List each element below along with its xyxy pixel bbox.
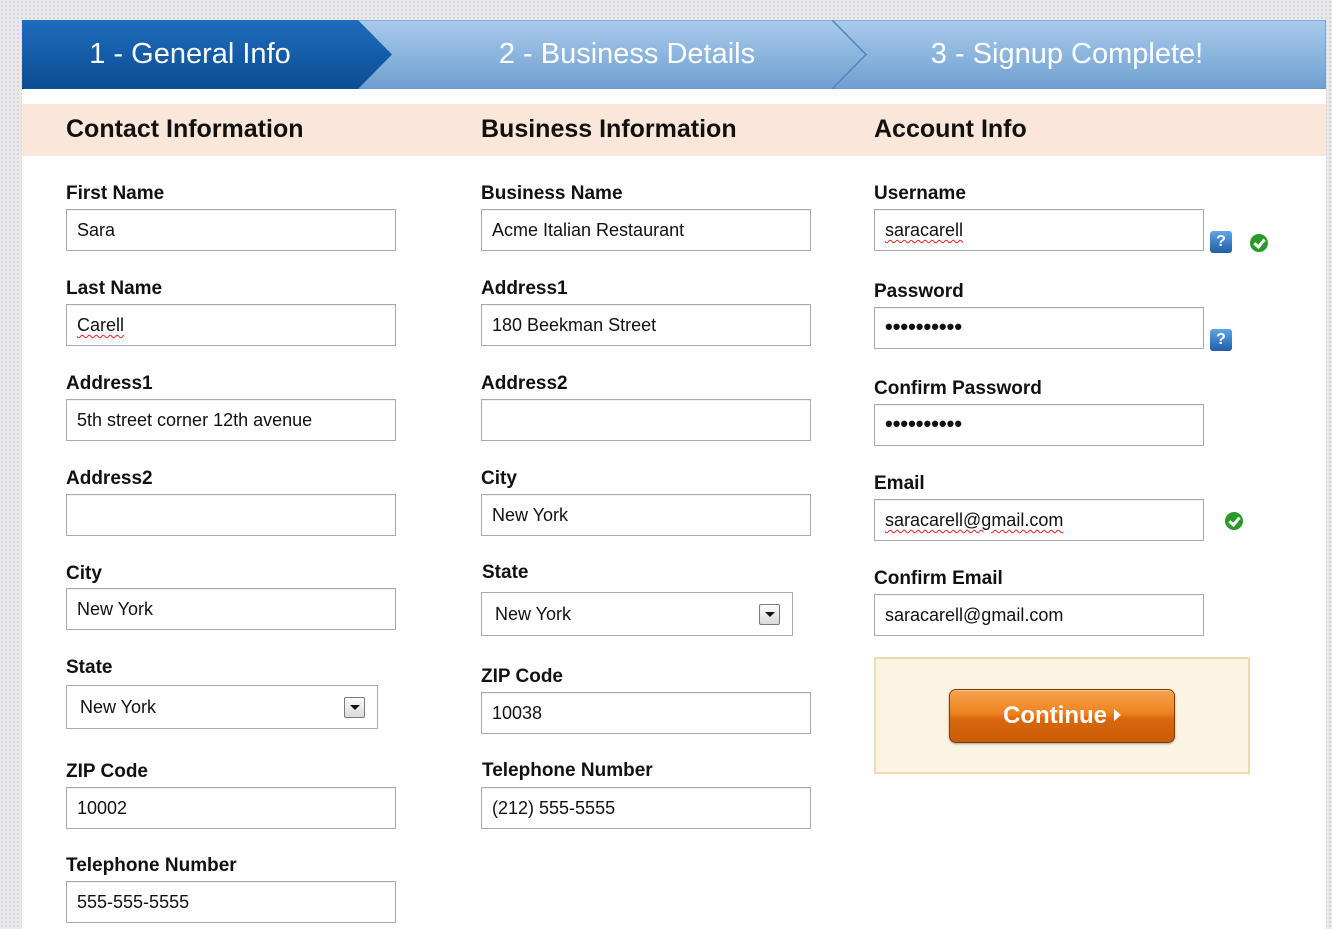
business-address2-field[interactable]: [481, 399, 811, 441]
username-label: Username: [874, 183, 966, 204]
first-name-field[interactable]: Sara: [66, 209, 396, 251]
contact-state-select[interactable]: New York: [66, 685, 378, 729]
contact-city-label: City: [66, 563, 102, 584]
confirm-email-label: Confirm Email: [874, 568, 1003, 589]
arrow-right-icon: [1113, 708, 1121, 721]
signup-panel: 1 - General Info 2 - Business Details 3 …: [22, 20, 1326, 929]
confirm-password-field[interactable]: ••••••••••: [874, 404, 1204, 446]
contact-phone-label: Telephone Number: [66, 855, 237, 876]
first-name-label: First Name: [66, 183, 165, 204]
continue-button[interactable]: Continue: [949, 689, 1175, 743]
check-icon: [1250, 234, 1268, 252]
password-field[interactable]: ••••••••••: [874, 307, 1204, 349]
business-name-label: Business Name: [481, 183, 623, 204]
business-city-field[interactable]: New York: [481, 494, 811, 536]
business-zip-field[interactable]: 10038: [481, 692, 811, 734]
last-name-field[interactable]: Carell: [66, 304, 396, 346]
business-state-label: State: [482, 562, 529, 583]
business-address1-label: Address1: [481, 278, 568, 299]
account-section-title: Account Info: [874, 115, 1027, 143]
business-zip-label: ZIP Code: [481, 666, 563, 687]
help-icon[interactable]: ?: [1210, 329, 1232, 351]
contact-address2-field[interactable]: [66, 494, 396, 536]
business-phone-label: Telephone Number: [482, 760, 653, 781]
contact-section-title: Contact Information: [66, 115, 304, 143]
confirm-email-field[interactable]: saracarell@gmail.com: [874, 594, 1204, 636]
step-signup-complete[interactable]: 3 - Signup Complete!: [882, 20, 1252, 89]
username-field[interactable]: saracarell: [874, 209, 1204, 251]
continue-box: Continue: [874, 657, 1250, 774]
password-label: Password: [874, 281, 964, 302]
business-section-title: Business Information: [481, 115, 737, 143]
contact-address1-field[interactable]: 5th street corner 12th avenue: [66, 399, 396, 441]
step-business-details[interactable]: 2 - Business Details: [422, 20, 832, 89]
business-city-label: City: [481, 468, 517, 489]
step-general-info[interactable]: 1 - General Info: [22, 20, 358, 89]
confirm-password-label: Confirm Password: [874, 378, 1042, 399]
email-label: Email: [874, 473, 925, 494]
email-field[interactable]: saracarell@gmail.com: [874, 499, 1204, 541]
wizard-steps: 1 - General Info 2 - Business Details 3 …: [22, 20, 1326, 89]
contact-zip-label: ZIP Code: [66, 761, 148, 782]
business-phone-field[interactable]: (212) 555-5555: [481, 787, 811, 829]
last-name-label: Last Name: [66, 278, 163, 299]
business-address2-label: Address2: [481, 373, 568, 394]
check-icon: [1225, 512, 1243, 530]
business-name-field[interactable]: Acme Italian Restaurant: [481, 209, 811, 251]
business-address1-field[interactable]: 180 Beekman Street: [481, 304, 811, 346]
contact-state-label: State: [66, 657, 113, 678]
contact-zip-field[interactable]: 10002: [66, 787, 396, 829]
contact-phone-field[interactable]: 555-555-5555: [66, 881, 396, 923]
contact-address1-label: Address1: [66, 373, 153, 394]
chevron-down-icon[interactable]: [759, 604, 780, 625]
help-icon[interactable]: ?: [1210, 231, 1232, 253]
contact-city-field[interactable]: New York: [66, 588, 396, 630]
business-state-select[interactable]: New York: [481, 592, 793, 636]
chevron-down-icon[interactable]: [344, 697, 365, 718]
contact-address2-label: Address2: [66, 468, 153, 489]
